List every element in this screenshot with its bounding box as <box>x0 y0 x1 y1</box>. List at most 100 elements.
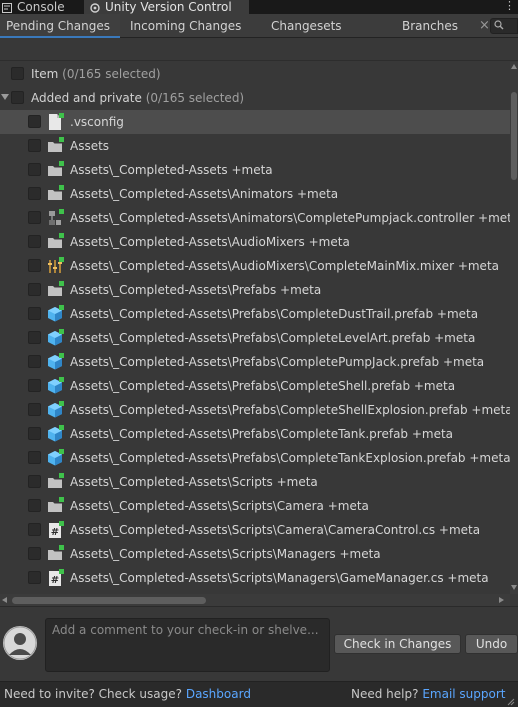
item-checkbox[interactable] <box>28 403 41 416</box>
item-checkbox[interactable] <box>28 139 41 152</box>
item-checkbox[interactable] <box>28 475 41 488</box>
list-item-path: Assets\_Completed-Assets\Prefabs\Complet… <box>70 355 485 369</box>
csharp-script-icon: # <box>46 521 64 539</box>
column-header-row: Item (0/165 selected) <box>0 62 510 86</box>
item-checkbox[interactable] <box>28 163 41 176</box>
dashboard-link[interactable]: Dashboard <box>186 687 251 701</box>
version-control-icon <box>90 2 100 13</box>
item-checkbox[interactable] <box>28 211 41 224</box>
check-in-changes-button[interactable]: Check in Changes <box>334 634 461 654</box>
item-checkbox[interactable] <box>28 547 41 560</box>
checkin-panel: Add a comment to your check-in or shelve… <box>0 606 518 681</box>
column-header-item[interactable]: Item (0/165 selected) <box>31 62 161 86</box>
close-tab-icon[interactable]: × <box>479 14 490 38</box>
tab-unity-version-control[interactable]: Unity Version Control <box>84 0 249 14</box>
group-row-added-and-private[interactable]: Added and private (0/165 selected) <box>0 86 510 110</box>
tab-branches[interactable]: Branches <box>402 14 458 38</box>
tab-console[interactable]: Console <box>2 0 65 14</box>
vertical-scroll-thumb[interactable] <box>511 92 517 180</box>
item-checkbox[interactable] <box>28 355 41 368</box>
search-input[interactable] <box>490 18 518 34</box>
list-item[interactable]: Assets\_Completed-Assets\Prefabs +meta <box>0 278 510 302</box>
vertical-scrollbar[interactable] <box>510 62 518 594</box>
list-item-path: Assets\_Completed-Assets\Prefabs\Complet… <box>70 403 510 417</box>
folder-icon <box>46 281 64 299</box>
list-item-path: Assets\_Completed-Assets\Animators +meta <box>70 187 339 201</box>
scroll-right-arrow-icon[interactable] <box>499 597 504 603</box>
list-item[interactable]: Assets\_Completed-Assets\Animators +meta <box>0 182 510 206</box>
item-checkbox[interactable] <box>28 187 41 200</box>
csharp-script-icon: # <box>46 569 64 587</box>
list-item[interactable]: Assets\_Completed-Assets\Scripts +meta <box>0 470 510 494</box>
list-item[interactable]: Assets\_Completed-Assets\Prefabs\Complet… <box>0 326 510 350</box>
item-checkbox[interactable] <box>28 307 41 320</box>
email-support-link[interactable]: Email support <box>422 687 505 701</box>
help-message: Need help? Email support <box>351 682 506 707</box>
invite-message: Need to invite? Check usage? Dashboard <box>4 682 251 707</box>
tab-console-label: Console <box>17 0 65 14</box>
prefab-icon <box>46 353 64 371</box>
svg-text:#: # <box>51 575 59 586</box>
list-item-path: Assets\_Completed-Assets\AudioMixers +me… <box>70 235 350 249</box>
prefab-icon <box>46 449 64 467</box>
folder-icon <box>46 233 64 251</box>
group-count: (0/165 selected) <box>145 91 245 105</box>
list-item[interactable]: Assets\_Completed-Assets\Prefabs\Complet… <box>0 398 510 422</box>
item-checkbox[interactable] <box>28 283 41 296</box>
list-item[interactable]: Assets <box>0 134 510 158</box>
list-item[interactable]: Assets\_Completed-Assets\AudioMixers +me… <box>0 230 510 254</box>
item-checkbox[interactable] <box>28 331 41 344</box>
item-checkbox[interactable] <box>28 571 41 584</box>
list-item[interactable]: Assets\_Completed-Assets\AudioMixers\Com… <box>0 254 510 278</box>
list-item[interactable]: Assets\_Completed-Assets\Prefabs\Complet… <box>0 302 510 326</box>
audio-mixer-icon <box>46 257 64 275</box>
item-checkbox[interactable] <box>28 259 41 272</box>
tab-changesets[interactable]: Changesets <box>271 14 342 38</box>
list-item[interactable]: Assets\_Completed-Assets\Animators\Compl… <box>0 206 510 230</box>
tab-pending-changes[interactable]: Pending Changes <box>0 14 120 38</box>
list-item[interactable]: Assets\_Completed-Assets +meta <box>0 158 510 182</box>
list-item-path: Assets\_Completed-Assets\Prefabs\Complet… <box>70 307 479 321</box>
list-item[interactable]: Assets\_Completed-Assets\Prefabs\Complet… <box>0 374 510 398</box>
list-item-path: Assets\_Completed-Assets\Prefabs\Complet… <box>70 379 456 393</box>
tab-incoming-changes[interactable]: Incoming Changes <box>130 14 241 38</box>
list-item[interactable]: # Assets\_Completed-Assets\Scripts\Manage… <box>0 566 510 590</box>
list-item[interactable]: # Assets\_Completed-Assets\Scripts\Camera… <box>0 518 510 542</box>
group-label-wrap: Added and private (0/165 selected) <box>31 86 244 110</box>
group-label: Added and private <box>31 91 142 105</box>
more-options-icon[interactable]: ⋮ <box>504 0 515 14</box>
item-checkbox[interactable] <box>28 115 41 128</box>
list-item[interactable]: Assets\_Completed-Assets\Prefabs\Complet… <box>0 446 510 470</box>
list-item-path: Assets\_Completed-Assets\Animators\Compl… <box>70 211 510 225</box>
list-item[interactable]: Assets\_Completed-Assets\Prefabs\Complet… <box>0 350 510 374</box>
list-item[interactable]: Assets\_Completed-Assets\Scripts\Manager… <box>0 542 510 566</box>
group-checkbox[interactable] <box>11 91 24 104</box>
item-checkbox[interactable] <box>28 427 41 440</box>
item-checkbox[interactable] <box>28 523 41 536</box>
item-checkbox[interactable] <box>28 451 41 464</box>
scroll-down-arrow-icon[interactable] <box>511 585 517 590</box>
horizontal-scroll-thumb[interactable] <box>12 597 206 604</box>
item-checkbox[interactable] <box>28 235 41 248</box>
select-all-checkbox[interactable] <box>11 67 24 80</box>
resize-grip-icon[interactable] <box>507 690 515 706</box>
checkin-comment-field[interactable]: Add a comment to your check-in or shelve… <box>45 618 330 672</box>
list-item-path: .vsconfig <box>70 115 124 129</box>
scroll-up-arrow-icon[interactable] <box>511 64 517 69</box>
horizontal-scrollbar[interactable] <box>0 594 510 606</box>
undo-button[interactable]: Undo <box>465 634 518 654</box>
item-checkbox[interactable] <box>28 379 41 392</box>
folder-icon <box>46 161 64 179</box>
folder-icon <box>46 137 64 155</box>
chevron-down-icon[interactable] <box>1 94 9 100</box>
item-checkbox[interactable] <box>28 499 41 512</box>
list-item[interactable]: Assets\_Completed-Assets\Prefabs\Complet… <box>0 422 510 446</box>
list-item-path: Assets <box>70 139 110 153</box>
list-item[interactable]: Assets\_Completed-Assets\Scripts\Camera … <box>0 494 510 518</box>
list-item[interactable]: .vsconfig <box>0 110 510 134</box>
folder-icon <box>46 497 64 515</box>
pending-changes-list: Item (0/165 selected) Added and private … <box>0 62 510 592</box>
prefab-icon <box>46 401 64 419</box>
list-item-path: Assets\_Completed-Assets\Scripts\Manager… <box>70 547 381 561</box>
scroll-left-arrow-icon[interactable] <box>2 597 7 603</box>
